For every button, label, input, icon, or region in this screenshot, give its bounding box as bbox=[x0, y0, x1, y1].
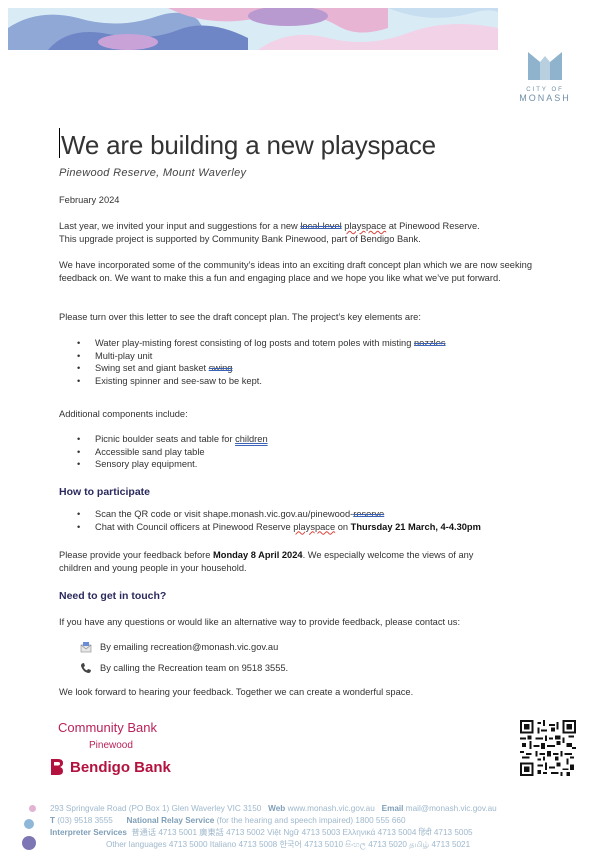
page-title-text: We are building a new playspace bbox=[61, 130, 436, 160]
bendigo-bank-text: Bendigo Bank bbox=[70, 758, 171, 776]
bendigo-bank-logo: Bendigo Bank bbox=[50, 758, 171, 776]
monash-logo-icon bbox=[528, 52, 562, 80]
qr-code[interactable] bbox=[520, 720, 576, 776]
additional-intro: Additional components include: bbox=[59, 409, 188, 419]
list-item: Water play-misting forest consisting of … bbox=[77, 337, 537, 350]
footer-email-link[interactable]: mail@monash.vic.gov.au bbox=[406, 804, 497, 813]
contact-phone-text: By calling the Recreation team on 9518 3… bbox=[100, 663, 289, 673]
para1-local-level: local-level bbox=[300, 221, 342, 231]
key-elements-list: Water play-misting forest consisting of … bbox=[77, 337, 537, 387]
feedback-text-c: children and young people in your househ… bbox=[59, 563, 247, 573]
list-item-text: Swing set and giant basket bbox=[95, 363, 209, 373]
list-item-text: Chat with Council officers at Pinewood R… bbox=[95, 521, 294, 532]
list-item: Sensory play equipment. bbox=[77, 458, 537, 471]
community-bank-logo-text: Community Bank bbox=[58, 720, 157, 735]
footer-web-link[interactable]: www.monash.vic.gov.au bbox=[288, 804, 375, 813]
list-item: Multi-play unit bbox=[77, 350, 537, 363]
contact-phone-row: By calling the Recreation team on 9518 3… bbox=[80, 662, 288, 674]
get-in-touch-heading: Need to get in touch? bbox=[59, 590, 167, 602]
list-item: Picnic boulder seats and table for child… bbox=[77, 433, 537, 446]
footer-contact: 293 Springvale Road (PO Box 1) Glen Wave… bbox=[31, 803, 596, 851]
footer-nrs-label: National Relay Service bbox=[126, 816, 215, 825]
chat-date: Thursday 21 March, 4-4.30pm bbox=[350, 521, 481, 532]
logo-name-text: MONASH bbox=[519, 93, 571, 103]
contact-email-row: By emailing recreation@monash.vic.gov.au bbox=[80, 641, 278, 653]
list-item-nozzles: nozzles bbox=[414, 338, 446, 348]
para1-text-b: at Pinewood Reserve. bbox=[386, 221, 480, 231]
list-item-text: on bbox=[335, 521, 351, 532]
footer-line-3: Interpreter Services 普通话 4713 5001 廣東話 4… bbox=[50, 827, 596, 839]
footer-interpreter-numbers: 普通话 4713 5001 廣東話 4713 5002 Việt Ngữ 471… bbox=[131, 828, 473, 837]
list-item-text: Scan the QR code or visit shape.monash.v… bbox=[95, 509, 354, 519]
list-item-reserve: reserve bbox=[353, 509, 385, 519]
footer-phone: (03) 9518 3555 bbox=[57, 816, 113, 825]
list-item: Accessible sand play table bbox=[77, 446, 537, 459]
para1-text-c: This upgrade project is supported by Com… bbox=[59, 234, 421, 244]
list-item: Swing set and giant basket swing bbox=[77, 362, 537, 375]
page-subtitle: Pinewood Reserve, Mount Waverley bbox=[59, 167, 247, 179]
footer-web-label: Web bbox=[268, 804, 286, 813]
participate-list: Scan the QR code or visit shape.monash.v… bbox=[77, 508, 537, 533]
feedback-deadline: Monday 8 April 2024 bbox=[213, 550, 303, 560]
list-item: Existing spinner and see-saw to be kept. bbox=[77, 375, 537, 388]
text-cursor bbox=[59, 128, 60, 158]
paragraph-concept: We have incorporated some of the communi… bbox=[59, 260, 533, 283]
footer-nrs: (for the hearing and speech impaired) 18… bbox=[216, 816, 406, 825]
letter-date: February 2024 bbox=[59, 195, 120, 205]
paragraph-feedback: Please provide your feedback before Mond… bbox=[59, 549, 529, 575]
feedback-text-a: Please provide your feedback before bbox=[59, 550, 214, 560]
footer-interpreter-label: Interpreter Services bbox=[50, 828, 127, 837]
para1-playspace: playspace bbox=[344, 221, 387, 231]
list-item-playspace: playspace bbox=[293, 521, 336, 532]
decorative-banner bbox=[8, 8, 498, 50]
footer-phone-label: T bbox=[50, 816, 56, 825]
list-item: Chat with Council officers at Pinewood R… bbox=[77, 521, 537, 534]
footer-other-languages: Other languages 4713 5000 Italiano 4713 … bbox=[106, 840, 471, 849]
footer-email-label: Email bbox=[381, 804, 404, 813]
city-of-monash-logo: CITY OF MONASH bbox=[512, 48, 578, 103]
paragraph-intro: Last year, we invited your input and sug… bbox=[59, 220, 529, 246]
page-title: We are building a new playspace bbox=[59, 128, 436, 161]
feedback-text-b: . We especially welcome the views of any bbox=[302, 550, 474, 560]
community-bank-branch: Pinewood bbox=[89, 740, 133, 751]
phone-icon bbox=[80, 663, 91, 674]
bendigo-bank-icon bbox=[51, 759, 63, 775]
additional-list: Picnic boulder seats and table for child… bbox=[77, 433, 537, 471]
paragraph-key-elements-intro: Please turn over this letter to see the … bbox=[59, 312, 421, 322]
footer-line-4: Other languages 4713 5000 Italiano 4713 … bbox=[106, 839, 596, 851]
footer-line-1: 293 Springvale Road (PO Box 1) Glen Wave… bbox=[50, 803, 596, 815]
list-item-swing: swing bbox=[208, 363, 233, 373]
list-item: Scan the QR code or visit shape.monash.v… bbox=[77, 508, 537, 521]
email-icon bbox=[80, 642, 92, 653]
contact-email-text: By emailing recreation@monash.vic.gov.au bbox=[100, 642, 279, 652]
footer-address: 293 Springvale Road (PO Box 1) Glen Wave… bbox=[50, 804, 262, 813]
footer-line-2: T (03) 9518 3555 National Relay Service … bbox=[50, 815, 596, 827]
how-to-participate-heading: How to participate bbox=[59, 486, 151, 498]
touch-intro: If you have any questions or would like … bbox=[59, 617, 461, 627]
list-item-text: Water play-misting forest consisting of … bbox=[95, 338, 414, 348]
closing-paragraph: We look forward to hearing your feedback… bbox=[59, 687, 414, 697]
para1-text-a: Last year, we invited your input and sug… bbox=[59, 221, 301, 231]
list-item-children: children bbox=[235, 434, 268, 444]
list-item-text: Picnic boulder seats and table for bbox=[95, 434, 236, 444]
letter-page: CITY OF MONASH We are building a new pla… bbox=[0, 0, 606, 866]
